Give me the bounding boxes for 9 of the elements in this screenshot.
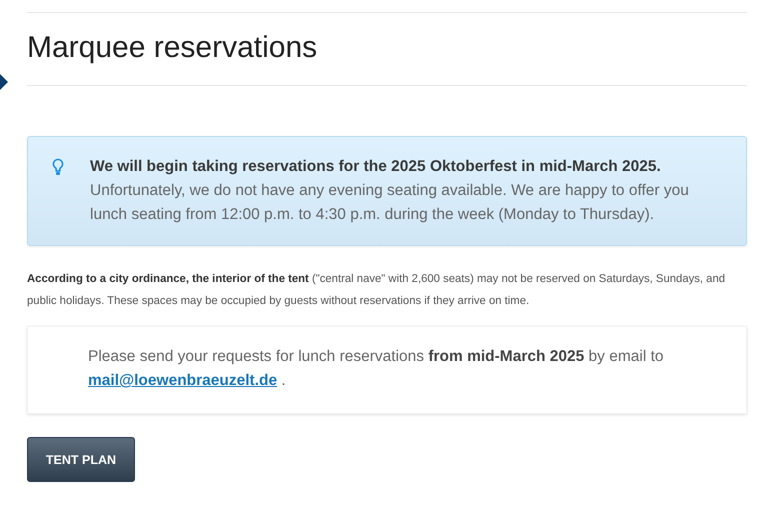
lightbulb-icon — [52, 158, 64, 176]
request-text: Please send your requests for lunch reservations from mid-March 2025 by email to mail@loewenbraeuzelt.de . — [88, 347, 665, 391]
notice-headline: We will begin taking reservations for the 2025 Oktoberfest in mid-March 2025. — [90, 157, 662, 177]
ordinance-text: According to a city ordinance, the interior of the tent ("central nave" with 2,600 seats) may not be reserved on Saturdays, Sundays, and public holidays. These spaces may be occupied by guests without reservations if they arrive on time. — [27, 272, 726, 309]
page-title: Marquee reservations — [27, 30, 318, 66]
arrow-marker-icon — [0, 74, 8, 90]
notice-text: Unfortunately, we do not have any evening seating available. We are happy to offer you lunch seating from 12:00 p.m. to 4:30 p.m. during the week (Monday to Thursday). — [90, 181, 690, 225]
email-link[interactable]: mail@loewenbraeuzelt.de — [88, 372, 278, 389]
tent-plan-button[interactable]: TENT PLAN — [27, 437, 135, 482]
